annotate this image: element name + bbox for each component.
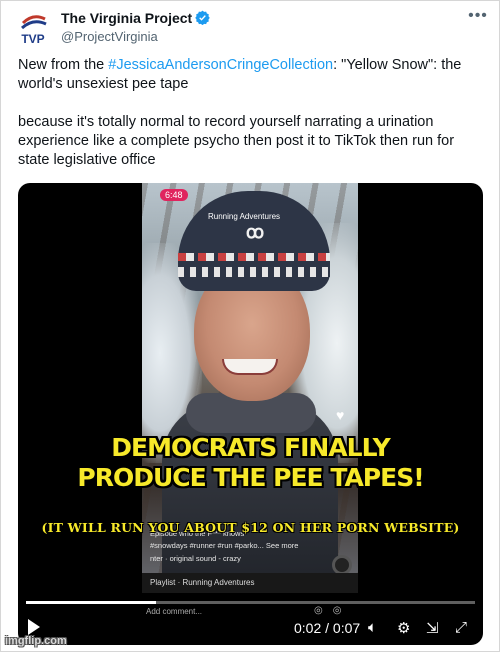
meme-headline: DEMOCRATS FINALLY PRODUCE THE PEE TAPES! bbox=[18, 433, 483, 493]
smile bbox=[222, 359, 278, 375]
music-disc-icon[interactable] bbox=[332, 555, 352, 575]
playlist-bar[interactable]: Playlist · Running Adventures bbox=[142, 573, 358, 593]
video-caption-2: #snowdays #runner #run #parko... See mor… bbox=[150, 541, 299, 550]
hat-stripe bbox=[178, 253, 330, 261]
hat-stripe bbox=[178, 267, 330, 277]
hashtag-link[interactable]: #JessicaAndersonCringeCollection bbox=[108, 57, 333, 73]
heart-icon[interactable]: ♥ bbox=[336, 407, 344, 423]
meme-line-2: PRODUCE THE PEE TAPES! bbox=[77, 463, 424, 492]
video-title: Running Adventures bbox=[208, 212, 281, 221]
play-icon[interactable] bbox=[28, 619, 42, 635]
avatar[interactable]: TVP bbox=[13, 9, 53, 49]
meme-line-1: DEMOCRATS FINALLY bbox=[111, 433, 390, 462]
volume-icon[interactable]: 🔈︎ bbox=[368, 619, 377, 636]
watermark: imgflip.com bbox=[5, 635, 67, 647]
video-player[interactable]: ꝏ 6:48 Running Adventures ♥ Episode who … bbox=[18, 183, 483, 645]
fullscreen-icon[interactable]: ⤢ bbox=[455, 619, 467, 636]
meme-subtext: (IT WILL RUN YOU ABOUT $12 ON HER PORN W… bbox=[41, 520, 460, 535]
progress-bar[interactable] bbox=[26, 601, 475, 604]
tweet-text: New from the #JessicaAndersonCringeColle… bbox=[18, 56, 488, 189]
tweet-card: TVP The Virginia Project @ProjectVirgini… bbox=[0, 0, 500, 652]
more-horizontal-icon[interactable]: ••• bbox=[467, 8, 489, 29]
timecode: 0:02 / 0:07 bbox=[294, 620, 361, 636]
account-handle[interactable]: @ProjectVirginia bbox=[61, 29, 158, 44]
verified-badge-icon bbox=[195, 10, 210, 25]
progress-fill bbox=[26, 601, 157, 604]
account-name-text[interactable]: The Virginia Project bbox=[61, 10, 192, 26]
avatar-text: TVP bbox=[21, 32, 44, 46]
reaction-icons[interactable]: ◎◎ bbox=[314, 605, 351, 616]
captions-icon[interactable]: ⇲ bbox=[426, 619, 439, 637]
video-caption-3: nter · original sound - crazy bbox=[150, 554, 241, 563]
hat-logo-icon: ꝏ bbox=[245, 222, 265, 242]
tweet-paragraph-2: because it's totally normal to record yo… bbox=[18, 114, 455, 168]
video-time-badge: 6:48 bbox=[160, 189, 188, 201]
comment-input[interactable]: Add comment... bbox=[146, 607, 202, 616]
tweet-text-prefix: New from the bbox=[18, 57, 109, 73]
gear-icon[interactable]: ⚙ bbox=[397, 619, 410, 637]
account-name[interactable]: The Virginia Project bbox=[61, 10, 210, 26]
tweet-paragraph-1: New from the #JessicaAndersonCringeColle… bbox=[18, 56, 488, 94]
